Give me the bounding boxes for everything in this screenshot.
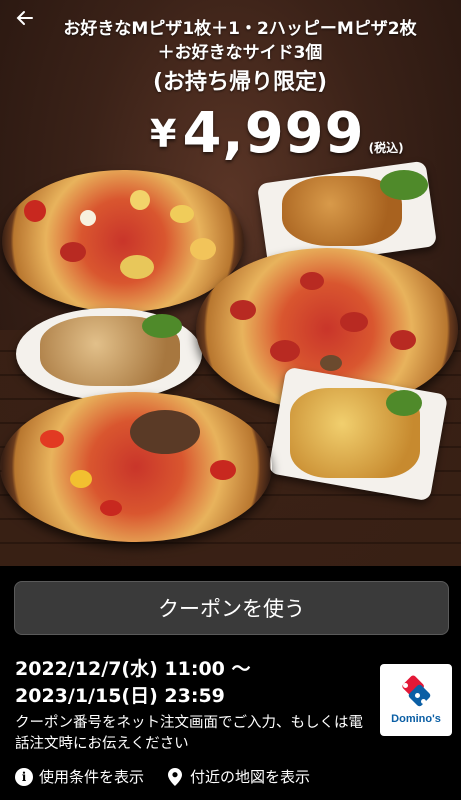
terms-label: 使用条件を表示 xyxy=(39,768,145,786)
map-label: 付近の地図を表示 xyxy=(190,768,311,786)
currency-symbol: ¥ xyxy=(150,112,177,156)
use-coupon-button[interactable]: クーポンを使う xyxy=(14,581,449,635)
tax-note: (税込) xyxy=(368,141,404,155)
footer-links: i 使用条件を表示 付近の地図を表示 xyxy=(15,766,310,787)
info-icon: i xyxy=(15,767,33,786)
back-arrow-icon[interactable] xyxy=(12,8,38,34)
dominos-logo: Domino's xyxy=(380,664,452,736)
promo-title-line-2: ＋お好きなサイド3個 xyxy=(157,43,323,63)
promo-image: お好きなMピザ1枚＋1・2ハッピーMピザ2枚 ＋お好きなサイド3個 (お持ち帰り… xyxy=(0,0,461,566)
validity-end: 2023/1/15(日) 23:59 xyxy=(15,685,225,707)
promo-title-line-3: (お持ち帰り限定) xyxy=(152,70,328,95)
logo-text: Domino's xyxy=(391,713,441,725)
coupon-instruction: クーポン番号をネット注文画面でご入力、もしくは電話注文時にお伝えください xyxy=(15,715,363,752)
price: ¥ 4,999 (税込) xyxy=(150,104,404,164)
promo-title-line-1: お好きなMピザ1枚＋1・2ハッピーMピザ2枚 xyxy=(63,19,417,39)
validity-start: 2022/12/7(水) 11:00 ～ xyxy=(15,658,251,680)
map-pin-icon xyxy=(166,767,184,786)
domino-tile-icon xyxy=(399,674,433,709)
terms-link[interactable]: i 使用条件を表示 xyxy=(15,766,144,787)
price-amount: 4,999 xyxy=(182,101,365,166)
map-link[interactable]: 付近の地図を表示 xyxy=(166,766,310,787)
